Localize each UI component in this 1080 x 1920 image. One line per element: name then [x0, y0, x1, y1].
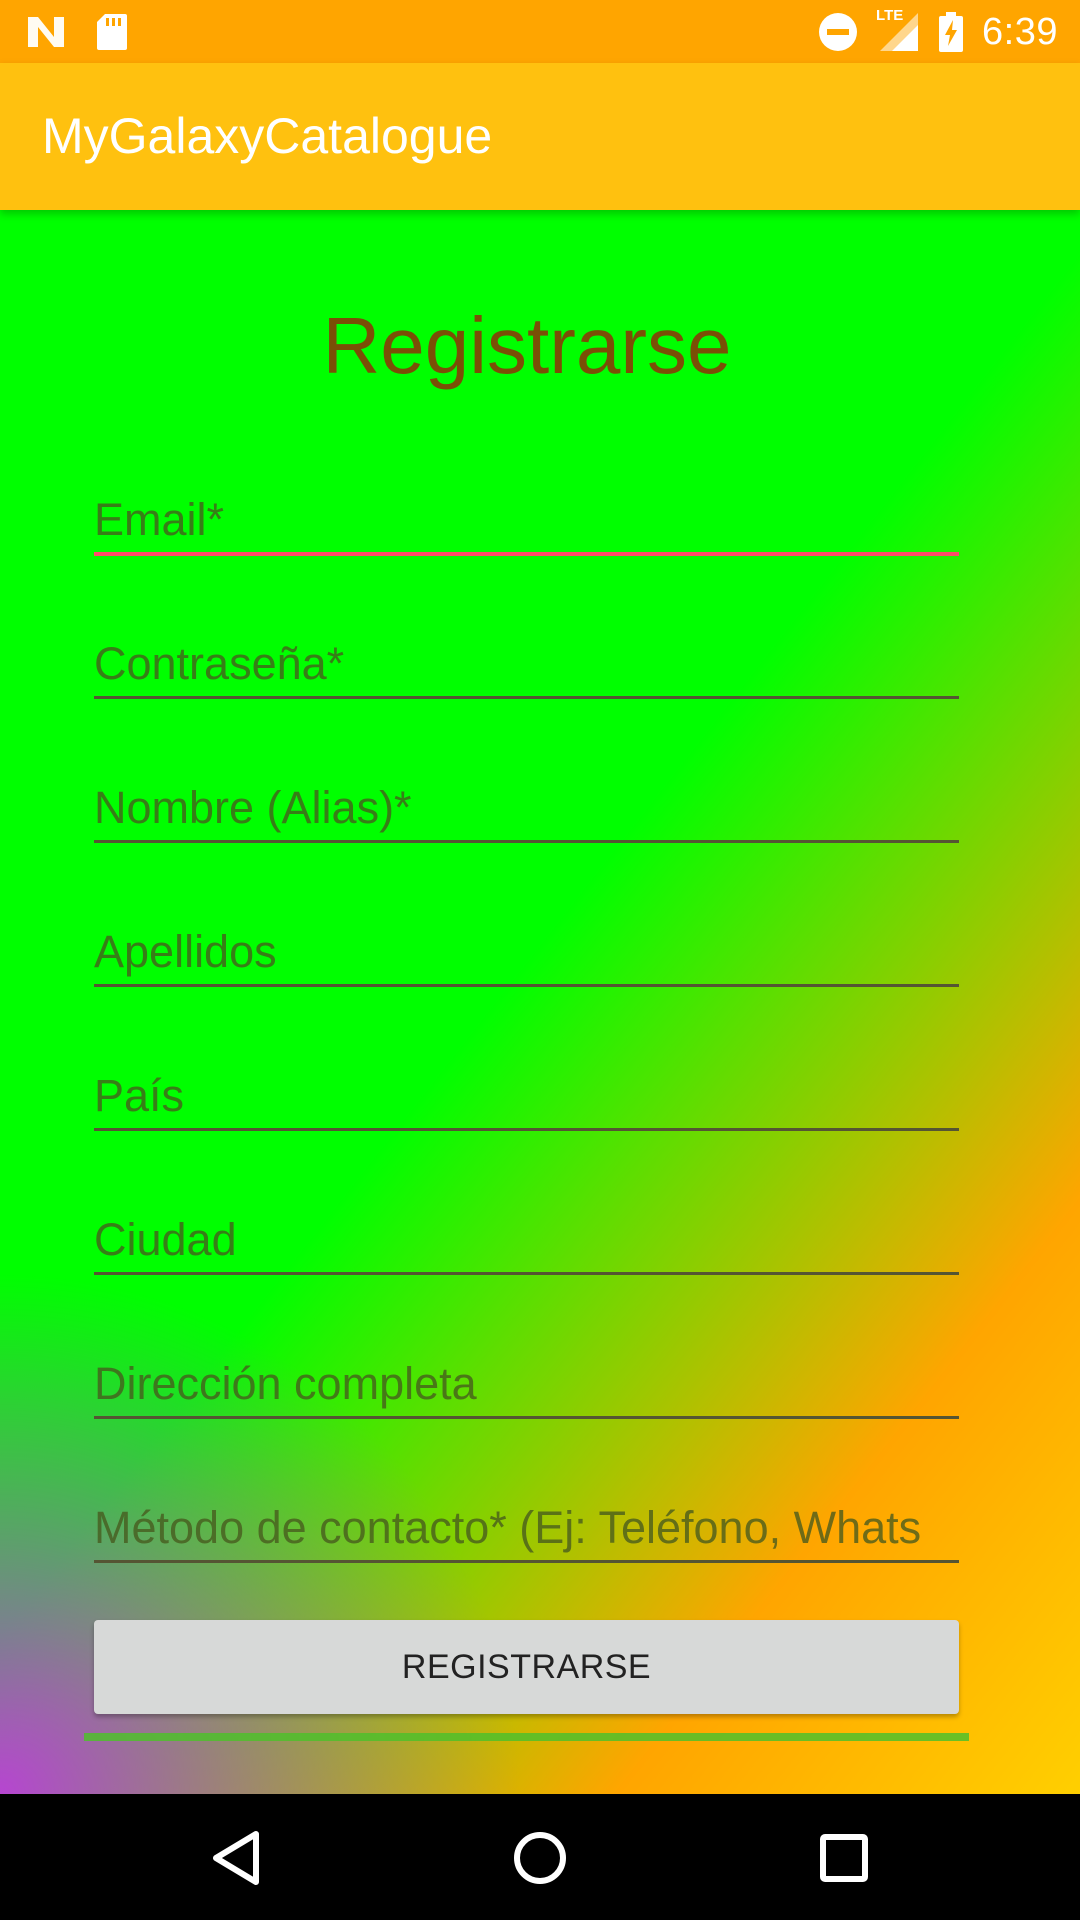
country-field-hint: País	[94, 1070, 185, 1121]
country-field[interactable]: País	[94, 1038, 959, 1131]
email-field-hint: Email*	[94, 494, 225, 545]
status-right-icons: LTE 6:39	[818, 7, 1058, 54]
city-field-hint: Ciudad	[94, 1214, 237, 1265]
back-icon	[204, 1826, 268, 1890]
register-form-area: Registrarse Email* Contraseña* Nombre (A…	[0, 210, 1080, 1794]
register-button[interactable]: REGISTRARSE	[94, 1620, 959, 1714]
surname-field-hint: Apellidos	[94, 926, 277, 977]
network-type-label: LTE	[876, 7, 904, 24]
password-field-hint: Contraseña*	[94, 638, 345, 689]
alias-name-field[interactable]: Nombre (Alias)*	[94, 750, 959, 843]
page-title: Registrarse	[322, 301, 732, 390]
bottom-divider	[84, 1733, 969, 1741]
status-bar: LTE 6:39	[0, 0, 1080, 63]
surname-field[interactable]: Apellidos	[94, 894, 959, 987]
do-not-disturb-icon	[818, 12, 858, 52]
contact-method-field[interactable]: Método de contacto* (Ej: Teléfono, Whats	[94, 1470, 959, 1563]
contact-method-field-hint: Método de contacto* (Ej: Teléfono, Whats	[94, 1502, 922, 1553]
back-button[interactable]	[204, 1826, 268, 1890]
city-field[interactable]: Ciudad	[94, 1182, 959, 1275]
home-icon	[508, 1826, 572, 1890]
n-logo-icon	[26, 15, 66, 49]
alias-name-field-hint: Nombre (Alias)*	[94, 782, 412, 833]
app-title: MyGalaxyCatalogue	[42, 108, 493, 164]
recents-icon	[812, 1826, 876, 1890]
battery-charging-icon	[938, 12, 964, 52]
app-bar: MyGalaxyCatalogue	[0, 63, 1080, 210]
sd-card-icon	[96, 13, 128, 51]
home-button[interactable]	[508, 1826, 572, 1890]
navigation-bar	[0, 1794, 1080, 1920]
recents-button[interactable]	[812, 1826, 876, 1890]
signal-icon: LTE	[876, 7, 920, 53]
address-field[interactable]: Dirección completa	[94, 1326, 959, 1419]
password-field[interactable]: Contraseña*	[94, 606, 959, 699]
email-field[interactable]: Email*	[94, 462, 959, 556]
status-time: 6:39	[982, 10, 1058, 53]
status-left-icons	[26, 12, 128, 52]
address-field-hint: Dirección completa	[94, 1358, 477, 1409]
